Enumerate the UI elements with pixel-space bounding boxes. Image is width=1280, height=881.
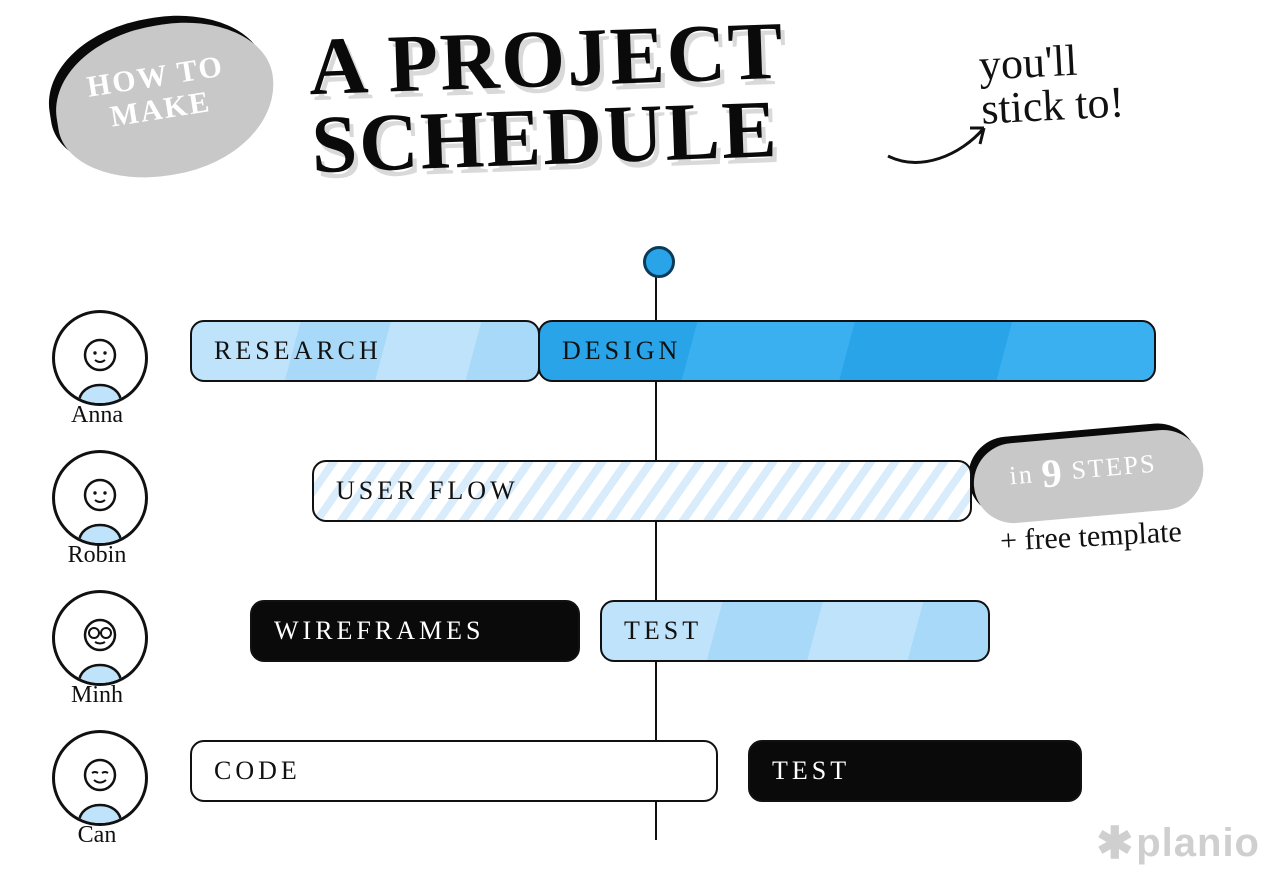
asterisk-icon: ✱ (1096, 818, 1134, 869)
steps-num: 9 (1040, 448, 1066, 497)
avatar-anna (52, 310, 148, 406)
avatar-label-robin: Robin (42, 542, 152, 569)
bar-wireframes: WIREFRAMES (250, 600, 580, 662)
avatar-label-anna: Anna (42, 402, 152, 429)
bar-code: CODE (190, 740, 718, 802)
howto-text: HOW TO MAKE (44, 43, 272, 143)
title-main: A PROJECT SCHEDULE (307, 12, 788, 184)
diagram-stage: HOW TO MAKE A PROJECT SCHEDULE you'll st… (0, 0, 1280, 881)
bar-design-label: DESIGN (562, 336, 681, 366)
bar-wireframes-label: WIREFRAMES (274, 616, 484, 646)
brand-logo: ✱ planio (1096, 818, 1260, 869)
avatar-robin (52, 450, 148, 546)
avatar-can (52, 730, 148, 826)
bar-userflow-label: USER FLOW (336, 476, 519, 506)
bar-design: DESIGN (538, 320, 1156, 382)
bar-test-can: TEST (748, 740, 1082, 802)
bar-research-label: RESEARCH (214, 336, 382, 366)
timeline-marker-dot (643, 246, 675, 278)
howto-blob: HOW TO MAKE (38, 2, 279, 185)
avatar-label-can: Can (42, 822, 152, 849)
title-main-text: A PROJECT SCHEDULE (307, 5, 786, 190)
bar-research: RESEARCH (190, 320, 540, 382)
bar-test-minh-label: TEST (624, 616, 702, 646)
steps-post: STEPS (1070, 449, 1157, 486)
avatar-label-minh: Minh (42, 682, 152, 709)
bar-test-can-label: TEST (772, 756, 850, 786)
title-sub-2: stick to! (980, 80, 1125, 131)
steps-pre: in (1008, 459, 1035, 491)
steps-blob: in 9 STEPS (965, 420, 1201, 520)
brand-text: planio (1136, 821, 1260, 866)
bar-userflow: USER FLOW (312, 460, 972, 522)
bar-test-minh: TEST (600, 600, 990, 662)
title-sub: you'll stick to! (978, 36, 1125, 131)
bar-code-label: CODE (214, 756, 301, 786)
avatar-minh (52, 590, 148, 686)
